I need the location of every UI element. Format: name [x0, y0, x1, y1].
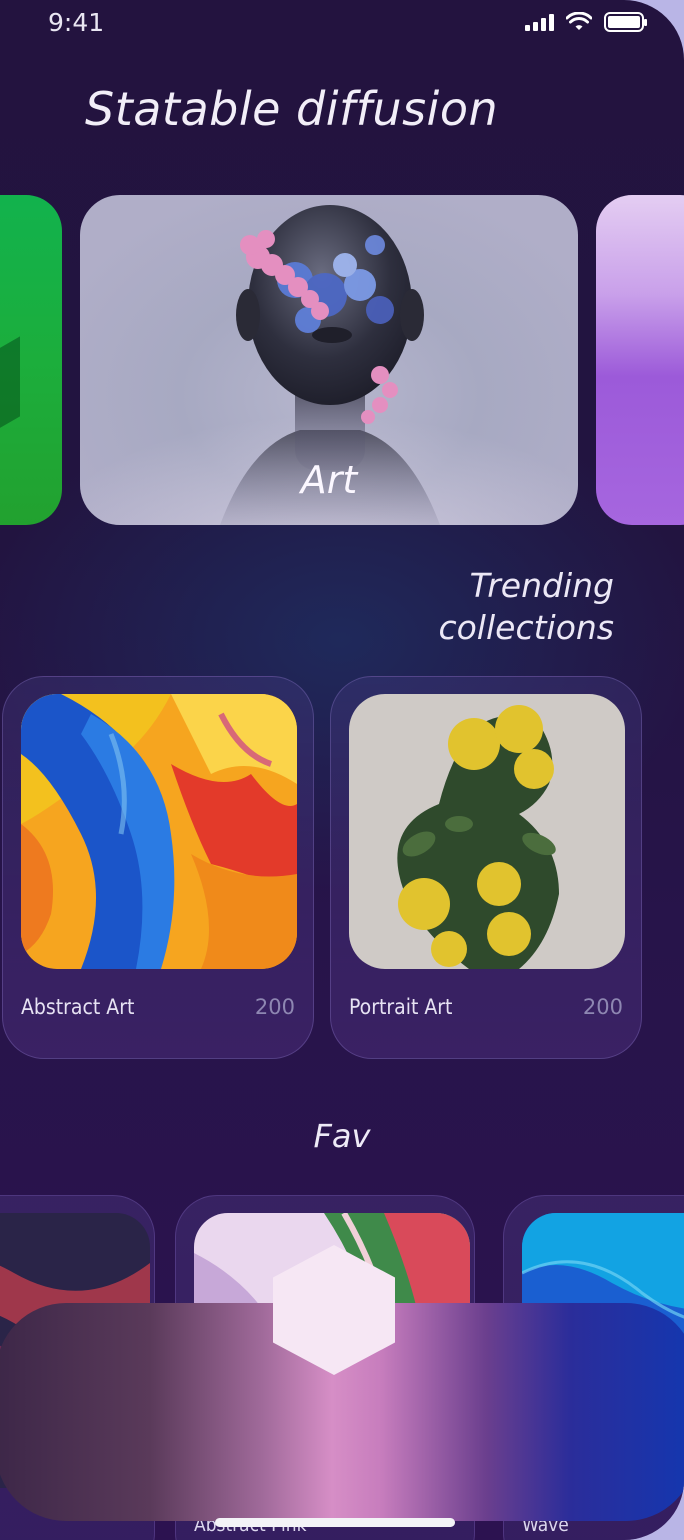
status-icons [525, 12, 647, 32]
home-indicator[interactable] [215, 1518, 455, 1527]
hero-label: Art [300, 458, 358, 502]
battery-icon [604, 12, 647, 32]
trending-title-line2: collections [438, 608, 614, 647]
status-time: 9:41 [48, 8, 105, 37]
collection-count: 200 [254, 995, 295, 1019]
trending-title: Trending collections [314, 565, 614, 649]
collection-card-abstract-art[interactable]: Abstract Art 200 [2, 676, 314, 1059]
portrait-art-thumbnail [349, 694, 625, 969]
collection-card-portrait-art[interactable]: Portrait Art 200 [330, 676, 642, 1059]
collection-label: Abstract Art [21, 995, 135, 1019]
app-title: Statable diffusion [85, 82, 499, 136]
signal-icon [525, 13, 554, 31]
phone-screen: 9:41 Statable diffusion Art Trending col… [0, 0, 684, 1540]
carousel-card-prev[interactable] [0, 195, 62, 525]
collection-label: Portrait Art [349, 995, 453, 1019]
fav-title: Fav [313, 1117, 371, 1155]
carousel-card-next[interactable] [596, 195, 684, 525]
wifi-icon [566, 12, 592, 30]
abstract-art-thumbnail [21, 694, 297, 969]
collection-count: 200 [582, 995, 623, 1019]
trending-title-line1: Trending [469, 566, 614, 605]
